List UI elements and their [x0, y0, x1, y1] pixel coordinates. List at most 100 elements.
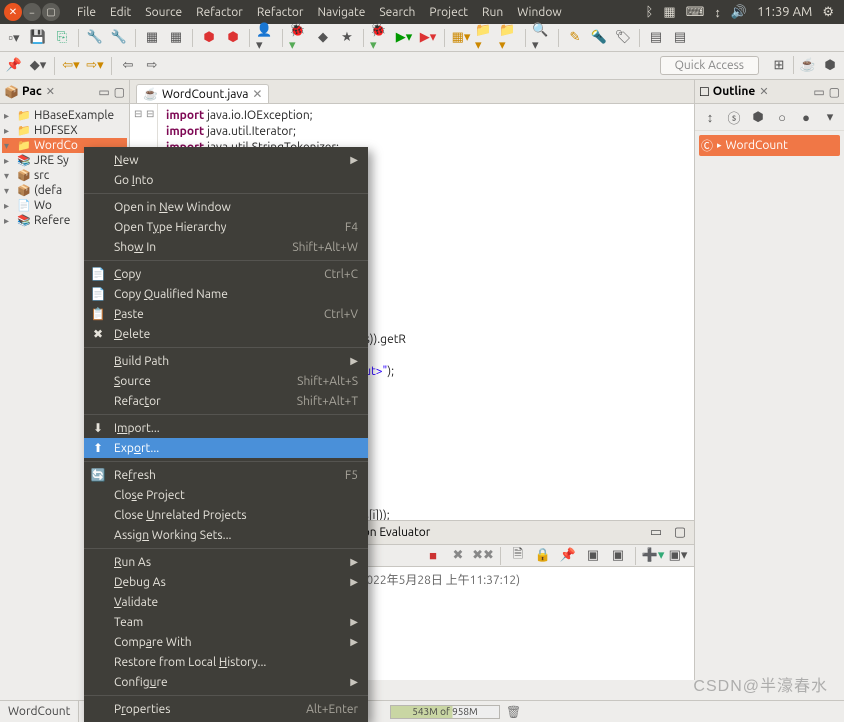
menu-project[interactable]: Project — [422, 6, 475, 19]
pin-icon[interactable]: 📌 — [558, 546, 578, 566]
scroll-lock-icon[interactable]: 🔒 — [533, 546, 553, 566]
removeall-icon[interactable]: ✖✖ — [473, 546, 493, 566]
h3-icon[interactable]: ○ — [772, 107, 792, 127]
menu-item[interactable]: 🔄RefreshF5 — [84, 465, 368, 485]
min-icon[interactable]: ▭ — [813, 85, 824, 99]
launch-icon[interactable]: ▦ — [142, 28, 162, 48]
task-icon[interactable]: ▤ — [646, 28, 666, 48]
network-icon[interactable]: ↕ — [714, 5, 721, 20]
close-icon[interactable]: ✕ — [759, 85, 768, 98]
debug-icon[interactable]: 🐞▾ — [289, 28, 309, 48]
bookmark-icon[interactable]: 🏷 — [613, 28, 633, 48]
back2-icon[interactable]: ⇦ — [118, 56, 138, 76]
menu-item[interactable]: 📄CopyCtrl+C — [84, 264, 368, 284]
disp-icon[interactable]: ▣ — [583, 546, 603, 566]
scala-icon[interactable]: ⬢ — [199, 28, 219, 48]
gear-icon[interactable]: ⚙ — [822, 5, 834, 20]
box-icon[interactable]: ▦▾ — [451, 28, 471, 48]
menu-item[interactable]: New▶ — [84, 150, 368, 170]
tool2-icon[interactable]: 🔧 — [109, 28, 129, 48]
maximize-button[interactable]: ▢ — [42, 3, 60, 21]
minimize-button[interactable]: − — [23, 3, 41, 21]
bluetooth-icon[interactable]: ᛒ — [646, 5, 654, 19]
h4-icon[interactable]: ● — [796, 107, 816, 127]
menu-item[interactable]: ⬆Export... — [84, 438, 368, 458]
menu-item[interactable]: ✖Delete — [84, 324, 368, 344]
menu-edit[interactable]: Edit — [103, 6, 138, 19]
menu-item[interactable]: Team▶ — [84, 612, 368, 632]
fwd-icon[interactable]: ⇨▾ — [85, 56, 105, 76]
menu-refactor[interactable]: Refactor — [250, 6, 311, 19]
menu-navigate[interactable]: Navigate — [310, 6, 372, 19]
extlaunch-icon[interactable]: ▶▾ — [418, 28, 438, 48]
new-icon[interactable]: ▫▾ — [4, 28, 24, 48]
launch2-icon[interactable]: ▦ — [166, 28, 186, 48]
user-icon[interactable]: 👤▾ — [256, 28, 276, 48]
tree-item[interactable]: ▸📁HDFSEX — [2, 123, 127, 138]
max-icon[interactable]: ▢ — [670, 523, 690, 543]
clear-icon[interactable]: 🗎 — [508, 546, 528, 566]
open-console-icon[interactable]: ➕▾ — [643, 546, 663, 566]
menu-item[interactable]: Assign Working Sets... — [84, 525, 368, 545]
quick-access[interactable]: Quick Access — [660, 56, 759, 75]
menu-item[interactable]: Build Path▶ — [84, 351, 368, 371]
close-button[interactable]: ✕ — [4, 3, 22, 21]
volume-icon[interactable]: 🔊 — [731, 5, 747, 20]
marker-icon[interactable]: ◆▾ — [28, 56, 48, 76]
folder-dd-icon[interactable]: 📁▾ — [475, 28, 495, 48]
save-icon[interactable]: 💾 — [28, 28, 48, 48]
min-icon[interactable]: ▭ — [98, 85, 109, 99]
folder2-dd-icon[interactable]: 📁▾ — [499, 28, 519, 48]
clock[interactable]: 11:39 AM — [757, 5, 812, 19]
menu-item[interactable]: Debug As▶ — [84, 572, 368, 592]
menu-item[interactable]: 📄Copy Qualified Name — [84, 284, 368, 304]
sort-icon[interactable]: ↕ — [700, 107, 720, 127]
open-type-icon[interactable]: 🔍▾ — [532, 28, 552, 48]
close-icon[interactable]: ✕ — [252, 87, 262, 101]
bug-icon[interactable]: ★ — [337, 28, 357, 48]
h1-icon[interactable]: ⓢ — [724, 107, 744, 127]
run-icon[interactable]: ▶▾ — [394, 28, 414, 48]
tree-item[interactable]: ▸📁HBaseExample — [2, 108, 127, 123]
menu-item[interactable]: SourceShift+Alt+S — [84, 371, 368, 391]
menu-search[interactable]: Search — [372, 6, 422, 19]
remove-icon[interactable]: ✖ — [448, 546, 468, 566]
menu-item[interactable]: Show InShift+Alt+W — [84, 237, 368, 257]
menu-item[interactable]: Validate — [84, 592, 368, 612]
menu-item[interactable]: RefactorShift+Alt+T — [84, 391, 368, 411]
search-icon[interactable]: 🔦 — [589, 28, 609, 48]
h2-icon[interactable]: ⬢ — [748, 107, 768, 127]
menu-item[interactable]: Close Unrelated Projects — [84, 505, 368, 525]
outline-tree[interactable]: Ⓒ ▸ WordCount — [695, 131, 844, 160]
max-icon[interactable]: ▢ — [114, 85, 125, 99]
task2-icon[interactable]: ▤ — [670, 28, 690, 48]
menu-item[interactable]: PropertiesAlt+Enter — [84, 699, 368, 719]
context-menu[interactable]: New▶Go IntoOpen in New WindowOpen Type H… — [84, 147, 368, 722]
debug2-icon[interactable]: 🐞▾ — [370, 28, 390, 48]
keyboard-icon[interactable]: ⌨ — [686, 5, 705, 20]
gc-icon[interactable]: 🗑 — [506, 705, 521, 719]
menu-icon[interactable]: ▾ — [820, 107, 840, 127]
scala-persp-icon[interactable]: ⬢ — [820, 56, 840, 76]
menu-window[interactable]: Window — [510, 6, 568, 19]
menu-item[interactable]: Configure▶ — [84, 672, 368, 692]
menu-item[interactable]: Open Type HierarchyF4 — [84, 217, 368, 237]
wand-icon[interactable]: ✎ — [565, 28, 585, 48]
menu-item[interactable]: ⬇Import... — [84, 418, 368, 438]
menu-item[interactable]: 📋PasteCtrl+V — [84, 304, 368, 324]
saveall-icon[interactable]: ⎘ — [52, 28, 72, 48]
menu-item[interactable]: Compare With▶ — [84, 632, 368, 652]
calendar-icon[interactable]: ▦ — [663, 5, 675, 20]
java-persp-icon[interactable]: ☕ — [798, 56, 818, 76]
menu-item[interactable]: Open in New Window — [84, 197, 368, 217]
menu-file[interactable]: File — [70, 6, 103, 19]
scala2-icon[interactable]: ⬢ — [223, 28, 243, 48]
menu-source[interactable]: Source — [138, 6, 189, 19]
pin-icon[interactable]: 📌 — [4, 56, 24, 76]
tool-icon[interactable]: 🔧 — [85, 28, 105, 48]
editor-tab[interactable]: ☕ WordCount.java ✕ — [136, 84, 269, 103]
menu-item[interactable]: Run As▶ — [84, 552, 368, 572]
menu-item[interactable]: Restore from Local History... — [84, 652, 368, 672]
min-icon[interactable]: ▭ — [646, 523, 666, 543]
disp2-icon[interactable]: ▣ — [608, 546, 628, 566]
